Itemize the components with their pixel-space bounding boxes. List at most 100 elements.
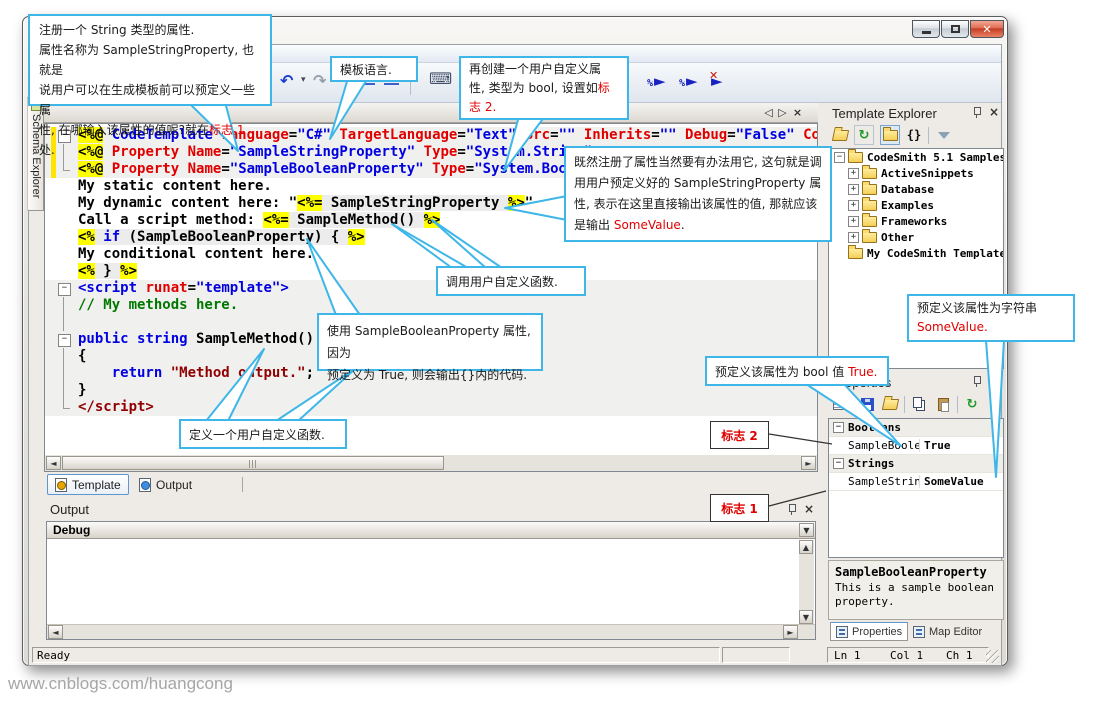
property-category-row[interactable]: −Booleans bbox=[829, 419, 1003, 437]
properties-grid: −BooleansSampleBooleTrue−StringsSampleSt… bbox=[828, 418, 1004, 558]
tab-properties[interactable]: Properties bbox=[830, 622, 908, 641]
output-vertical-scrollbar[interactable]: ▲ ▼ bbox=[799, 540, 814, 624]
close-panel-icon[interactable]: × bbox=[989, 375, 999, 387]
property-name: SampleStrin bbox=[848, 475, 919, 488]
property-row[interactable]: SampleStrinSomeValue bbox=[829, 473, 1003, 491]
category-toggle-icon[interactable]: − bbox=[833, 422, 844, 433]
maximize-button[interactable] bbox=[941, 20, 969, 38]
close-panel-icon[interactable]: × bbox=[804, 503, 814, 515]
properties-tab-icon bbox=[836, 626, 848, 638]
fold-guide bbox=[56, 314, 73, 331]
debug-dropdown[interactable]: Debug ▼ bbox=[47, 522, 815, 539]
cancel-run-icon[interactable]: ✕► bbox=[711, 72, 723, 90]
tree-item[interactable]: +Frameworks bbox=[829, 213, 1003, 229]
tree-toggle-icon[interactable]: + bbox=[848, 168, 859, 179]
output-horizontal-scrollbar[interactable]: ◄ ► bbox=[47, 624, 815, 639]
categorize-icon[interactable] bbox=[830, 394, 850, 414]
callout-text-red: SomeValue. bbox=[917, 320, 988, 334]
scroll-right-icon[interactable]: ► bbox=[783, 625, 798, 639]
callout-text-red: 标志 1 bbox=[721, 500, 758, 517]
save-icon[interactable] bbox=[857, 394, 877, 414]
braces-icon[interactable]: {} bbox=[904, 125, 924, 145]
undo-dropdown-icon[interactable]: ▾ bbox=[301, 75, 306, 85]
screenshot-stage: ✕ ↶ ▾ ↷ ⌨ ► %► %► ✕► Schema Explorer ◁ ▷… bbox=[0, 0, 1096, 708]
scroll-left-icon[interactable]: ◄ bbox=[48, 625, 63, 639]
folder-view-icon[interactable] bbox=[880, 125, 900, 145]
fold-guide bbox=[56, 365, 73, 382]
tree-toggle-icon[interactable]: + bbox=[848, 184, 859, 195]
tree-toggle-icon[interactable]: + bbox=[848, 232, 859, 243]
open-folder-icon[interactable] bbox=[830, 125, 850, 145]
paste-icon[interactable] bbox=[933, 394, 953, 414]
tree-toggle-icon[interactable]: + bbox=[848, 216, 859, 227]
watermark: www.cnblogs.com/huangcong bbox=[8, 674, 233, 694]
minimize-button[interactable] bbox=[912, 20, 940, 38]
property-row[interactable]: SampleBooleTrue bbox=[829, 437, 1003, 455]
editor-horizontal-scrollbar[interactable]: ◄ ► bbox=[45, 455, 817, 471]
callout-text: 模板语言. bbox=[340, 63, 392, 77]
nav-back-icon[interactable]: ◁ bbox=[762, 106, 775, 120]
scroll-left-icon[interactable]: ◄ bbox=[46, 456, 61, 470]
category-toggle-icon[interactable]: − bbox=[833, 458, 844, 469]
nav-forward-icon[interactable]: ▷ bbox=[776, 106, 789, 120]
debug-dropdown-label: Debug bbox=[53, 523, 90, 537]
pin-icon[interactable] bbox=[971, 375, 982, 388]
dropdown-arrow-icon[interactable]: ▼ bbox=[799, 523, 814, 537]
property-category-row[interactable]: −Strings bbox=[829, 455, 1003, 473]
callout-text-red: SomeValue bbox=[614, 218, 681, 232]
close-button[interactable]: ✕ bbox=[970, 20, 1004, 38]
code-line[interactable]: My conditional content here. bbox=[45, 246, 817, 263]
fold-toggle-icon[interactable] bbox=[56, 280, 73, 297]
fold-guide bbox=[56, 161, 73, 178]
filter-icon[interactable] bbox=[934, 125, 954, 145]
fold-guide bbox=[56, 212, 73, 229]
close-panel-icon[interactable]: × bbox=[989, 106, 999, 118]
tree-item[interactable]: +Database bbox=[829, 181, 1003, 197]
fold-toggle-icon[interactable] bbox=[56, 331, 73, 348]
scroll-down-icon[interactable]: ▼ bbox=[799, 610, 813, 624]
tree-toggle-icon[interactable]: + bbox=[848, 200, 859, 211]
tree-item[interactable]: My CodeSmith Templates bbox=[829, 245, 1003, 261]
tree-item[interactable]: +Other bbox=[829, 229, 1003, 245]
tree-item-label: My CodeSmith Templates bbox=[867, 247, 1004, 260]
undo-icon[interactable]: ↶ bbox=[280, 71, 293, 90]
toolbar-separator bbox=[904, 396, 905, 413]
refresh-icon[interactable]: ↻ bbox=[854, 125, 874, 145]
code-line[interactable]: </script> bbox=[45, 399, 817, 416]
status-line: Ln 1 bbox=[834, 649, 861, 662]
redo-icon[interactable]: ↷ bbox=[313, 71, 326, 90]
code-line[interactable]: <% } %> bbox=[45, 263, 817, 280]
scroll-up-icon[interactable]: ▲ bbox=[799, 540, 813, 554]
properties-tabs: Properties Map Editor bbox=[828, 622, 1004, 642]
callout-text: 注册一个 String 类型的属性. 属性名称为 SampleStringPro… bbox=[39, 23, 255, 137]
folder-icon bbox=[862, 168, 877, 179]
resize-grip[interactable] bbox=[986, 650, 999, 663]
code-line[interactable]: // My methods here. bbox=[45, 297, 817, 314]
scrollbar-thumb[interactable] bbox=[62, 456, 444, 470]
tree-item[interactable]: −CodeSmith 5.1 Samples bbox=[829, 149, 1003, 165]
tab-template[interactable]: Template bbox=[47, 474, 129, 495]
map-editor-tab-label: Map Editor bbox=[929, 626, 982, 638]
tab-map-editor[interactable]: Map Editor bbox=[908, 622, 987, 641]
scroll-right-icon[interactable]: ► bbox=[801, 456, 816, 470]
refresh-icon[interactable]: ↻ bbox=[962, 394, 982, 414]
keyboard-icon[interactable]: ⌨ bbox=[429, 69, 452, 88]
tree-toggle-icon[interactable]: − bbox=[834, 152, 845, 163]
property-value[interactable]: True bbox=[919, 439, 951, 452]
pin-icon[interactable] bbox=[971, 106, 982, 119]
compile-template-icon[interactable]: %► bbox=[647, 72, 666, 90]
tab-close-icon[interactable]: × bbox=[791, 106, 804, 120]
tree-item[interactable]: +Examples bbox=[829, 197, 1003, 213]
toolbar-separator bbox=[957, 396, 958, 413]
copy-icon[interactable] bbox=[909, 394, 929, 414]
code-line[interactable]: <script runat="template"> bbox=[45, 280, 817, 297]
pin-icon[interactable] bbox=[786, 503, 797, 516]
tab-output[interactable]: Output bbox=[132, 474, 199, 495]
status-bar: Ready Ln 1 Col 1 Ch 1 bbox=[29, 644, 1001, 665]
tree-item[interactable]: +ActiveSnippets bbox=[829, 165, 1003, 181]
property-value[interactable]: SomeValue bbox=[919, 475, 984, 488]
open-folder-icon[interactable] bbox=[880, 394, 900, 414]
folder-icon bbox=[862, 200, 877, 211]
debug-template-icon[interactable]: %► bbox=[679, 72, 698, 90]
callout-text-red: 标志 1 bbox=[209, 123, 244, 137]
